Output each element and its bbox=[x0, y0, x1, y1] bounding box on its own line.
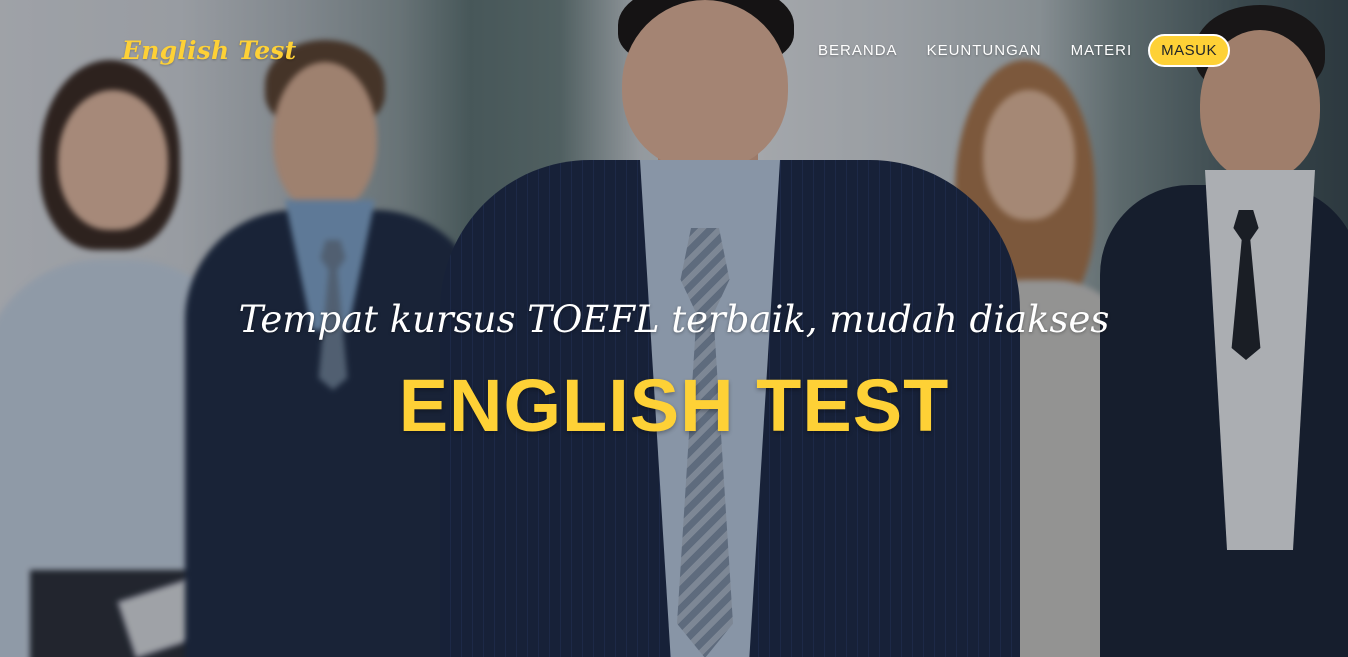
nav-links: BERANDA KEUNTUNGAN MATERI MASUK bbox=[818, 34, 1230, 67]
nav-link-materi[interactable]: MATERI bbox=[1071, 42, 1133, 59]
login-button[interactable]: MASUK bbox=[1148, 34, 1230, 67]
nav-link-keuntungan[interactable]: KEUNTUNGAN bbox=[927, 42, 1042, 59]
hero-section: English Test BERANDA KEUNTUNGAN MATERI M… bbox=[0, 0, 1348, 657]
hero-subheading: Tempat kursus TOEFL terbaik, mudah diaks… bbox=[238, 298, 1110, 341]
main-navbar: English Test BERANDA KEUNTUNGAN MATERI M… bbox=[0, 0, 1348, 100]
brand-logo-link[interactable]: English Test bbox=[122, 36, 296, 65]
hero-heading: ENGLISH TEST bbox=[398, 364, 950, 447]
nav-link-beranda[interactable]: BERANDA bbox=[818, 42, 898, 59]
